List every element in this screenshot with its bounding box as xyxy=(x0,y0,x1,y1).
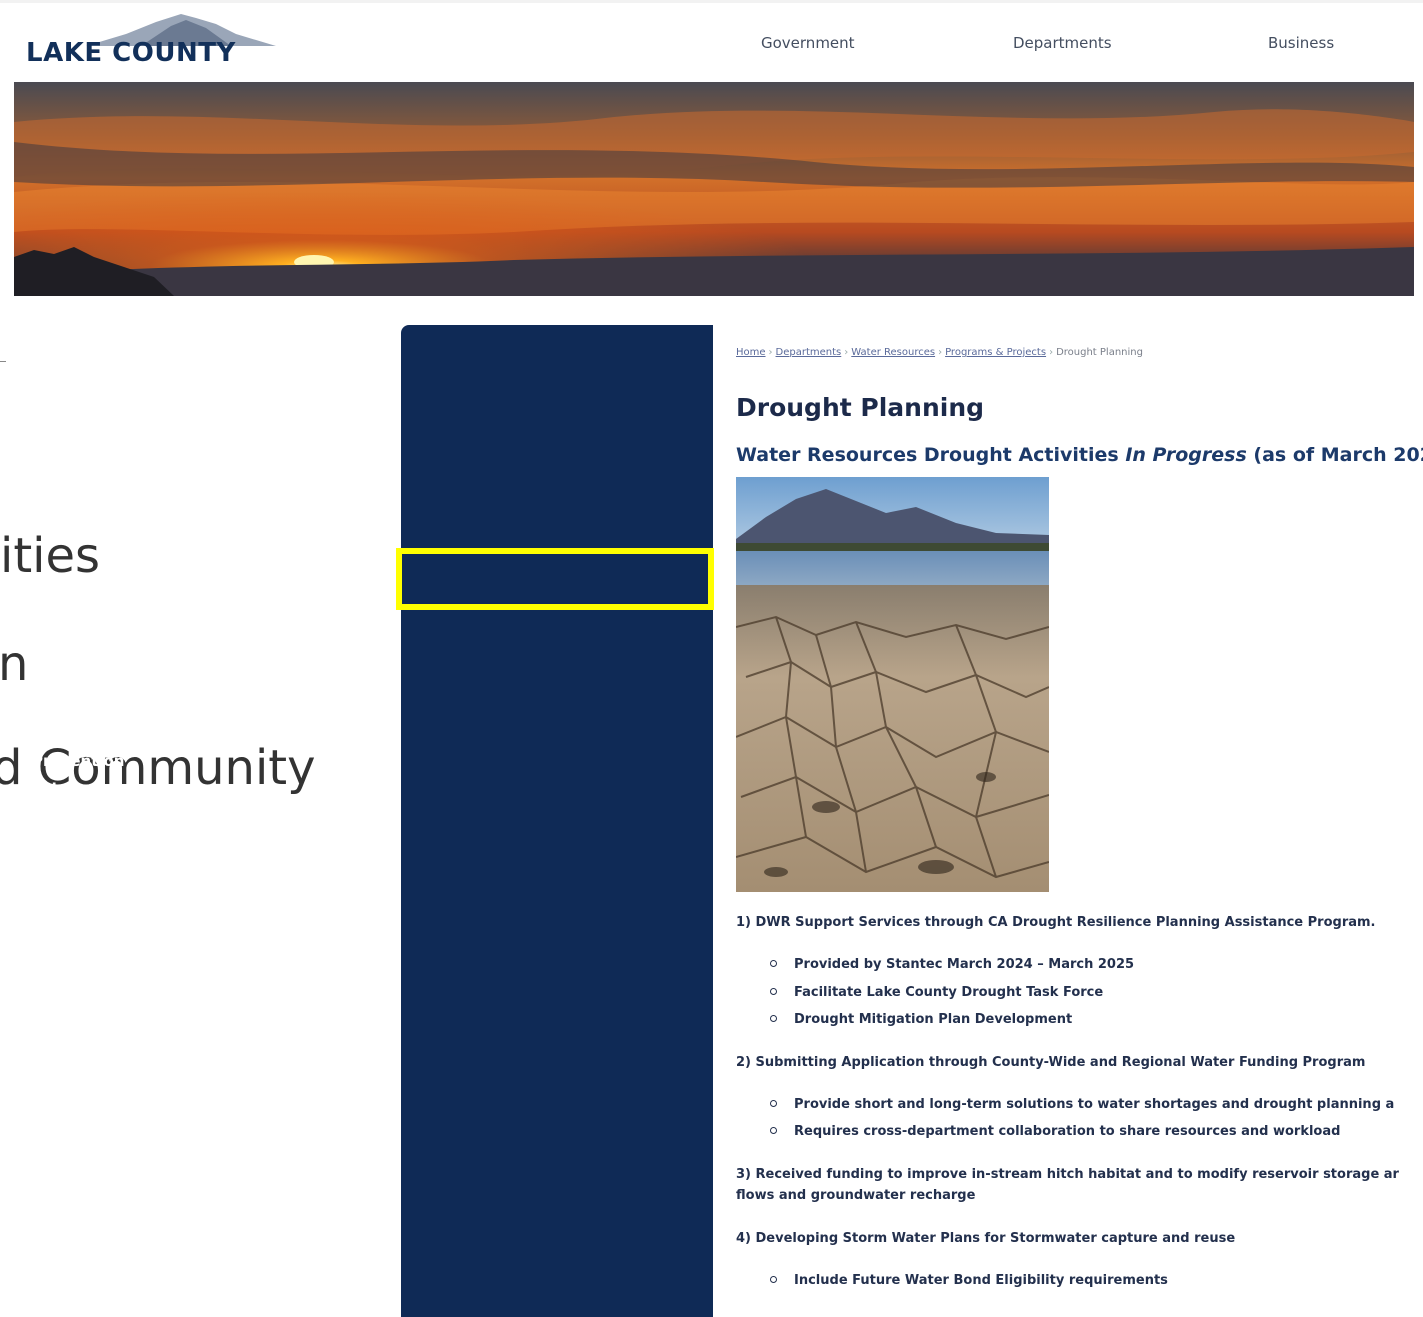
sidebar-item-aides-to-navigation[interactable]: Aides to Navigation xyxy=(32,339,302,363)
nav-government[interactable]: Government xyxy=(761,34,855,52)
sidebar-item-invasive-mussel-prevention[interactable]: Invasive Mussel Prevention + xyxy=(32,725,302,773)
logo-text: LAKE COUNTY xyxy=(26,38,236,68)
list-item-text: Requires cross-department collaboration … xyxy=(794,1124,1341,1139)
breadcrumb-water-resources[interactable]: Water Resources xyxy=(851,347,935,358)
bullet-circle-icon xyxy=(770,1127,777,1134)
sidebar-item-groundwater-management[interactable]: Groundwater Management + xyxy=(32,674,302,698)
expand-plus-icon[interactable]: + xyxy=(280,737,292,761)
slide-divider xyxy=(0,361,6,362)
sidebar-item-label: Groundwater Management xyxy=(32,677,259,695)
lake-county-logo[interactable]: LAKE COUNTY xyxy=(26,10,276,70)
sidebar-item-label: Middle Creek Restoration Project xyxy=(32,832,247,874)
active-item-highlight xyxy=(396,548,714,610)
list-item: Drought Mitigation Plan Development xyxy=(770,1012,1420,1027)
sidebar-item-label: Clean Water Program xyxy=(32,520,214,538)
breadcrumb-separator: › xyxy=(938,347,943,358)
bullet-circle-icon xyxy=(770,1100,777,1107)
nav-departments[interactable]: Departments xyxy=(1013,34,1112,52)
dry-lakebed-photo xyxy=(736,477,1049,892)
breadcrumb-programs-projects[interactable]: Programs & Projects xyxy=(945,347,1046,358)
bullet-circle-icon xyxy=(770,1276,777,1283)
bullet-circle-icon xyxy=(770,988,777,995)
nav-business[interactable]: Business xyxy=(1268,34,1334,52)
breadcrumb-current: Drought Planning xyxy=(1056,347,1143,358)
breadcrumb-separator: › xyxy=(844,347,849,358)
sidebar-nav xyxy=(401,325,713,1317)
slide-text-fragment-2: n xyxy=(0,636,29,692)
page-title: Drought Planning xyxy=(736,393,985,422)
sidebar-item-drought-planning[interactable]: Drought Planning xyxy=(32,570,302,594)
sidebar-item-label: Flood Management xyxy=(32,625,195,643)
expand-plus-icon[interactable]: + xyxy=(280,777,292,801)
breadcrumb-departments[interactable]: Departments xyxy=(776,347,842,358)
list-item-text: Include Future Water Bond Eligibility re… xyxy=(794,1273,1168,1288)
subhead-prefix: Water Resources Drought Activities xyxy=(736,444,1126,466)
activity-3-continued: flows and groundwater recharge xyxy=(736,1188,976,1203)
breadcrumb: Home › Departments › Water Resources › Program… xyxy=(736,347,1143,358)
activity-1: 1) DWR Support Services through CA Droug… xyxy=(736,915,1376,930)
sidebar-item-label: Stream Restoration xyxy=(32,984,198,1002)
expand-plus-icon[interactable]: + xyxy=(280,674,292,698)
sidebar-item-big-valley-groundwater[interactable]: Big Valley Groundwater Sustainability Pl… xyxy=(32,442,302,490)
sidebar-item-label: Drought Planning xyxy=(32,573,181,591)
sidebar-item-middle-creek-restoration[interactable]: Middle Creek Restoration Project xyxy=(32,829,302,877)
list-item: Include Future Water Bond Eligibility re… xyxy=(770,1273,1420,1288)
expand-plus-icon[interactable]: + xyxy=(280,454,292,478)
subhead-suffix: (as of March 2024) xyxy=(1253,444,1423,466)
expand-plus-icon[interactable]: + xyxy=(280,622,292,646)
list-item: Provided by Stantec March 2024 – March 2… xyxy=(770,957,1420,972)
sunset-banner-image xyxy=(14,82,1414,296)
list-item-text: Facilitate Lake County Drought Task Forc… xyxy=(794,985,1104,1000)
sidebar-item-label: Invasive Mussel Prevention xyxy=(32,728,167,770)
sidebar-item-aquatic-plant-management[interactable]: Aquatic Plant Management + xyxy=(32,391,302,415)
sidebar-item-label: Aquatic Plant Management xyxy=(32,394,262,412)
sidebar-item-label: Middle Creek Project Committee Documents xyxy=(32,908,225,950)
list-item: Facilitate Lake County Drought Task Forc… xyxy=(770,985,1420,1000)
expand-plus-icon[interactable]: + xyxy=(280,517,292,541)
breadcrumb-separator: › xyxy=(1049,347,1054,358)
expand-plus-icon[interactable]: + xyxy=(280,391,292,415)
section-subheading: Water Resources Drought Activities In Pr… xyxy=(736,444,1423,466)
activity-4: 4) Developing Storm Water Plans for Stor… xyxy=(736,1231,1236,1246)
subhead-italic: In Progress xyxy=(1125,444,1247,466)
sidebar-item-flood-management[interactable]: Flood Management + xyxy=(32,622,302,646)
list-item: Requires cross-department collaboration … xyxy=(770,1124,1420,1139)
list-item-text: Provide short and long-term solutions to… xyxy=(794,1097,1395,1112)
list-item: Provide short and long-term solutions to… xyxy=(770,1097,1420,1112)
list-item-text: Provided by Stantec March 2024 – March 2… xyxy=(794,957,1135,972)
sidebar-item-clean-water-program[interactable]: Clean Water Program + xyxy=(32,517,302,541)
sidebar-item-middle-creek-committee-docs[interactable]: Middle Creek Project Committee Documents xyxy=(32,905,302,953)
bullet-circle-icon xyxy=(770,1015,777,1022)
activity-3: 3) Received funding to improve in-stream… xyxy=(736,1167,1399,1182)
sidebar-item-stream-restoration[interactable]: Stream Restoration xyxy=(32,981,302,1005)
sidebar-item-label: Aides to Navigation xyxy=(32,342,199,360)
sidebar-item-label: Lakebed Management xyxy=(32,780,219,798)
activity-2: 2) Submitting Application through County… xyxy=(736,1055,1366,1070)
list-item-text: Drought Mitigation Plan Development xyxy=(794,1012,1073,1027)
sidebar-item-label: Big Valley Groundwater Sustainability Pl… xyxy=(32,445,232,487)
breadcrumb-home[interactable]: Home xyxy=(736,347,766,358)
header-top-rule xyxy=(0,0,1423,3)
breadcrumb-separator: › xyxy=(768,347,773,358)
bullet-circle-icon xyxy=(770,960,777,967)
sidebar-item-lakebed-management[interactable]: Lakebed Management + xyxy=(32,777,302,801)
